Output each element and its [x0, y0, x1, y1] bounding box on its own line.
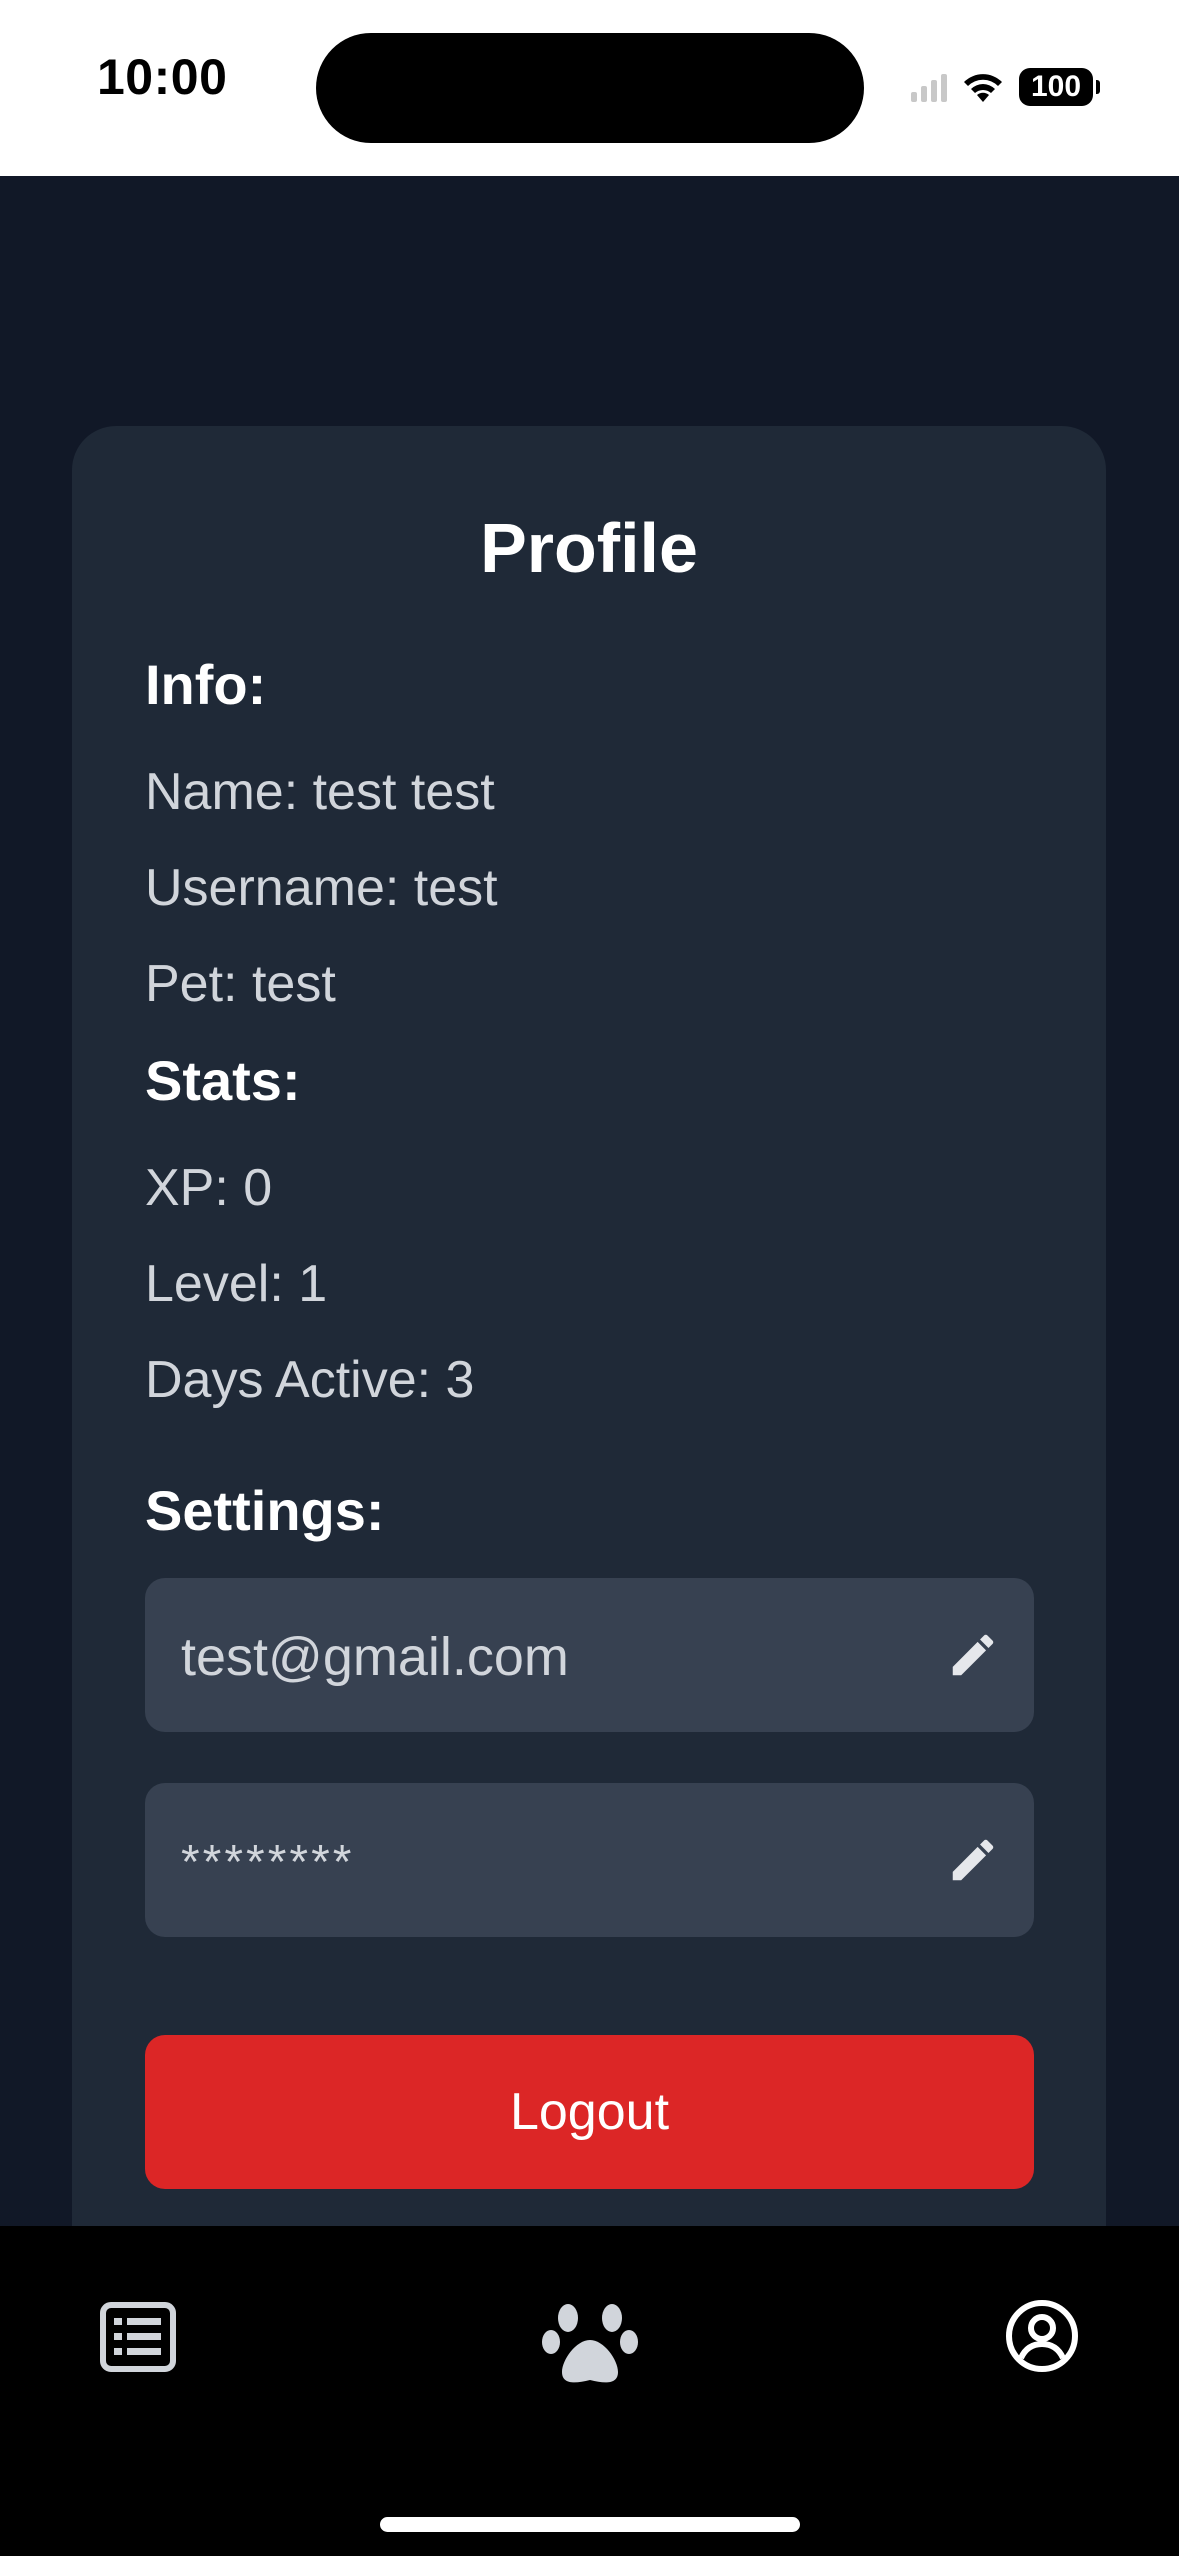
tab-profile[interactable] — [1004, 2298, 1084, 2378]
edit-email-pencil-icon[interactable] — [946, 1628, 1000, 1682]
edit-password-pencil-icon[interactable] — [946, 1833, 1000, 1887]
status-bar: 10:00 100 — [0, 0, 1179, 176]
username-line: Username: test — [145, 859, 498, 917]
user-circle-icon — [1004, 2298, 1084, 2374]
email-value: test@gmail.com — [181, 1627, 569, 1687]
level-line: Level: 1 — [145, 1255, 328, 1313]
profile-card: Profile Info: Name: test test Username: … — [72, 426, 1106, 2226]
stats-heading: Stats: — [145, 1049, 301, 1112]
home-indicator — [380, 2517, 800, 2532]
tab-pet[interactable] — [542, 2300, 638, 2383]
xp-line: XP: 0 — [145, 1159, 273, 1217]
password-field[interactable]: ******** — [145, 1783, 1034, 1937]
dynamic-island — [316, 33, 864, 143]
days-active-line: Days Active: 3 — [145, 1351, 475, 1409]
paw-icon — [542, 2300, 638, 2386]
page-title: Profile — [480, 509, 698, 587]
wifi-icon — [961, 70, 1005, 104]
email-field[interactable]: test@gmail.com — [145, 1578, 1034, 1732]
status-time: 10:00 — [97, 49, 228, 105]
battery-icon: 100 — [1019, 68, 1100, 106]
tab-bar — [0, 2226, 1179, 2556]
pet-line: Pet: test — [145, 955, 336, 1013]
info-heading: Info: — [145, 653, 267, 716]
settings-heading: Settings: — [145, 1479, 385, 1542]
logout-button[interactable]: Logout — [145, 2035, 1034, 2189]
password-value: ******** — [181, 1836, 355, 1889]
status-icons: 100 — [911, 62, 1100, 112]
list-icon — [100, 2302, 180, 2372]
name-line: Name: test test — [145, 763, 495, 821]
tab-list[interactable] — [100, 2302, 180, 2382]
cellular-signal-icon — [911, 72, 947, 102]
